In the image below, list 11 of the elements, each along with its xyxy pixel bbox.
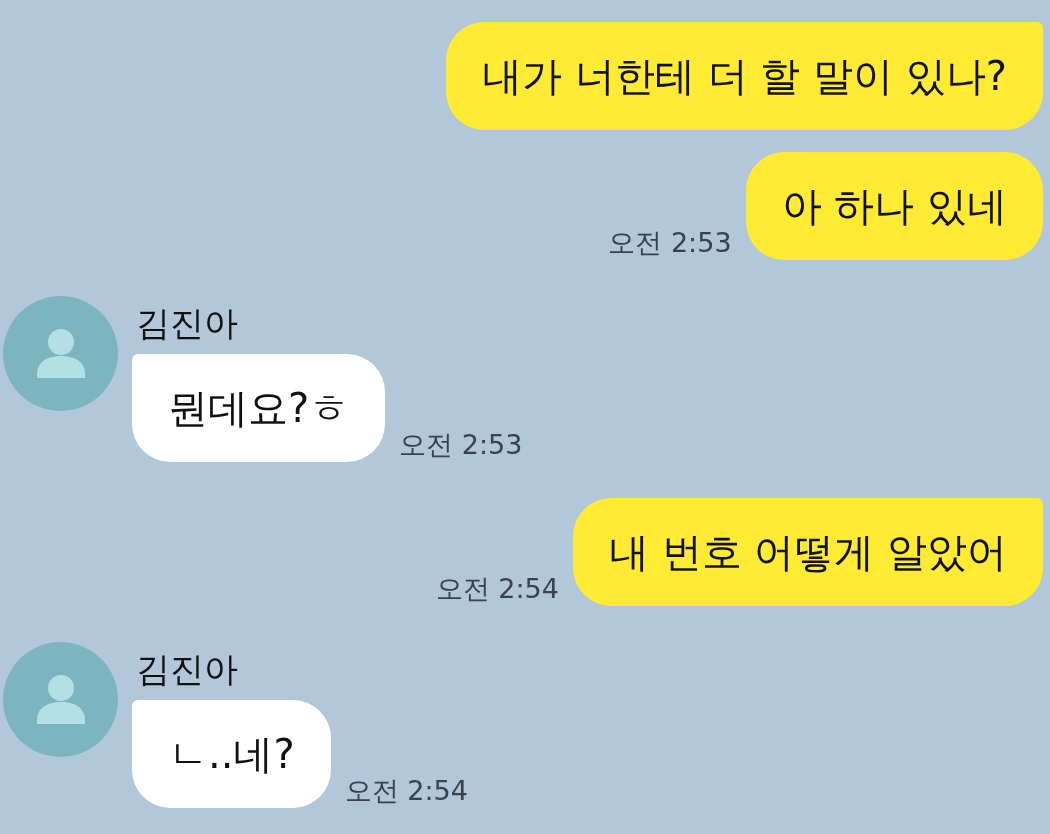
message-bubble: 내가 너한테 더 할 말이 있나? xyxy=(446,22,1043,130)
timestamp: 오전 2:53 xyxy=(399,428,523,462)
timestamp: 오전 2:53 xyxy=(608,226,732,260)
sender-name: 김진아 xyxy=(135,648,239,691)
timestamp: 오전 2:54 xyxy=(344,774,468,808)
sender-name: 김진아 xyxy=(135,302,239,345)
message-bubble: 아 하나 있네 xyxy=(745,152,1043,260)
message-bubble: 뭔데요?ㅎ xyxy=(132,354,386,462)
timestamp: 오전 2:54 xyxy=(435,572,559,606)
message-bubble: 내 번호 어떻게 알았어 xyxy=(572,498,1043,606)
message-bubble: ㄴ..네? xyxy=(132,700,331,808)
